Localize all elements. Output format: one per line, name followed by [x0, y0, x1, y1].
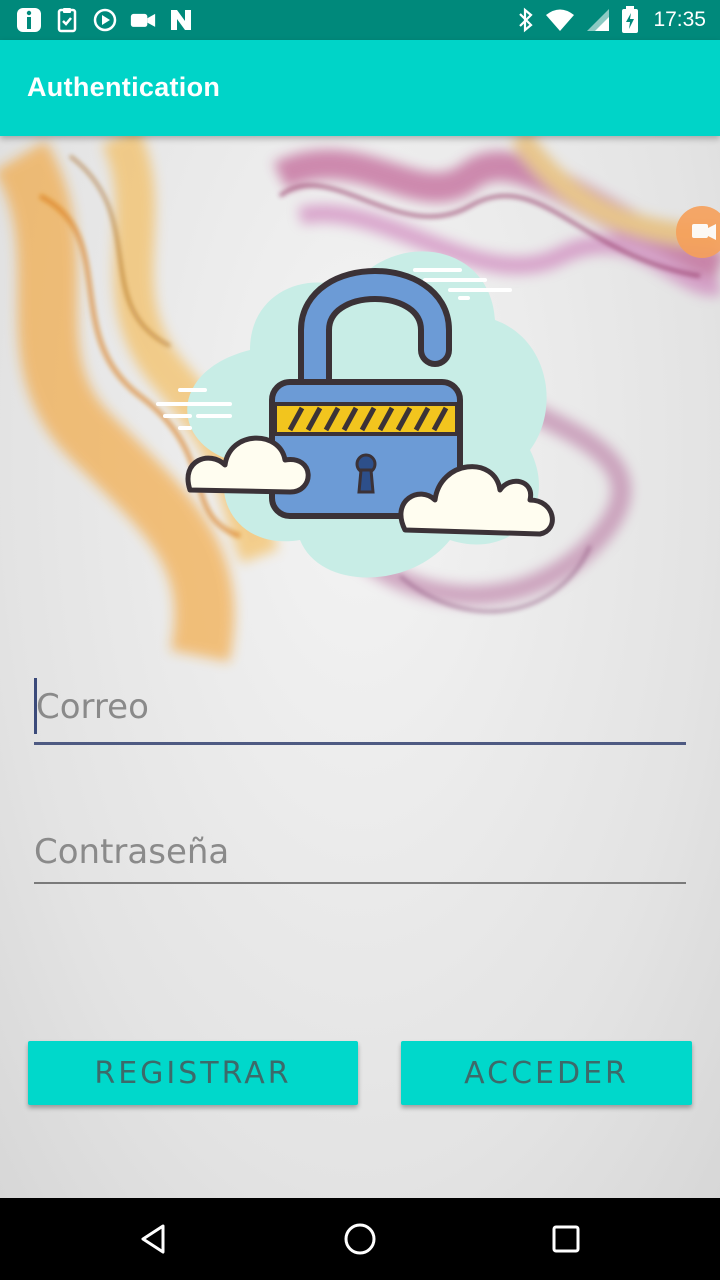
n-logo-icon	[168, 7, 194, 33]
wifi-icon	[546, 9, 575, 31]
video-icon	[692, 224, 716, 240]
home-icon	[344, 1223, 376, 1255]
info-icon	[16, 7, 42, 33]
floating-record-button[interactable]	[676, 206, 720, 258]
notification-icons	[16, 7, 194, 33]
status-bar: 17:35	[0, 0, 720, 40]
email-input[interactable]	[34, 676, 688, 738]
lock-cloud-illustration	[156, 251, 555, 578]
video-icon	[130, 7, 156, 33]
back-icon	[141, 1224, 165, 1254]
system-icons: 17:35	[517, 6, 706, 34]
clock: 17:35	[653, 8, 706, 31]
bluetooth-icon	[519, 7, 534, 33]
email-field[interactable]	[34, 676, 688, 745]
play-icon	[92, 7, 118, 33]
signal-icon	[587, 9, 610, 31]
clipboard-icon	[54, 7, 80, 33]
main-content: REGISTRAR ACCEDER	[0, 136, 720, 1198]
app-bar: Authentication	[0, 40, 720, 136]
home-button[interactable]	[340, 1219, 380, 1259]
password-input[interactable]	[34, 826, 686, 878]
login-button[interactable]: ACCEDER	[401, 1041, 692, 1105]
recents-button[interactable]	[546, 1219, 586, 1259]
recents-icon	[552, 1225, 580, 1253]
register-button[interactable]: REGISTRAR	[28, 1041, 358, 1105]
password-field[interactable]	[34, 826, 686, 884]
navigation-bar	[0, 1198, 720, 1280]
back-button[interactable]	[134, 1219, 174, 1259]
page-title: Authentication	[27, 72, 221, 102]
battery-icon	[622, 6, 639, 33]
text-cursor	[34, 678, 37, 734]
